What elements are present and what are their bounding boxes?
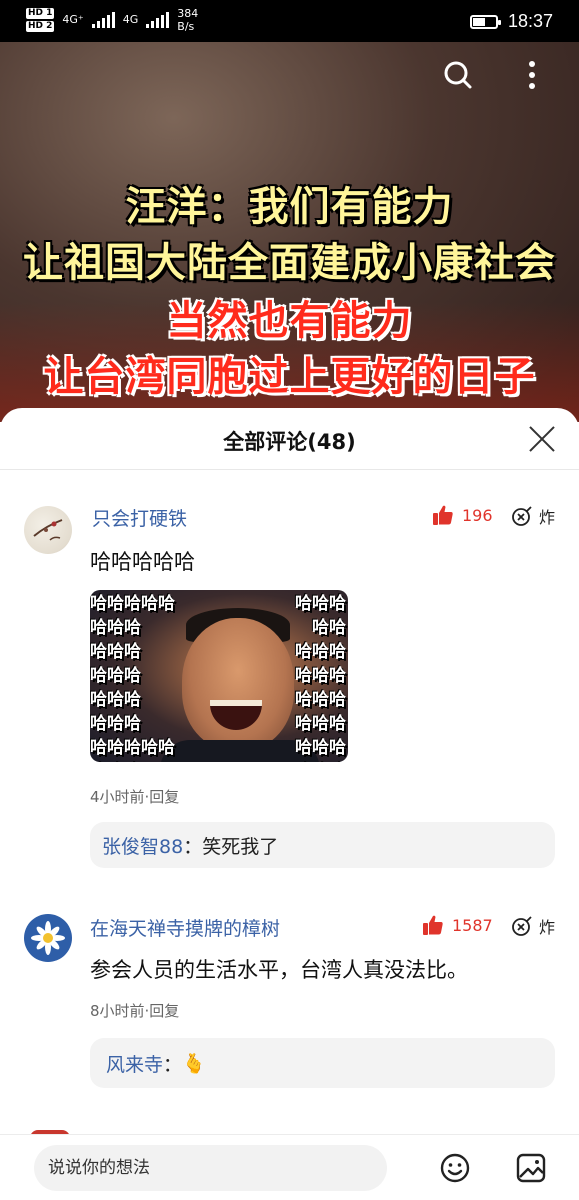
meme-text-left: 哈哈哈哈哈 哈哈哈 哈哈哈 哈哈哈 哈哈哈 哈哈哈 哈哈哈哈哈 哈哈哈: [90, 594, 175, 758]
like-count: 196: [462, 505, 493, 525]
signal-icon: [91, 12, 115, 28]
clock: 18:37: [507, 11, 553, 31]
video-caption-line3: 当然也有能力: [166, 298, 413, 344]
reply-username[interactable]: 张俊智88: [102, 832, 183, 859]
boom-label: 炸: [538, 918, 555, 937]
boom-icon: [512, 506, 532, 526]
comments-sheet: 全部评论(48) 只会打硬铁 196 炸 哈哈哈哈哈 哈哈哈哈哈 哈哈哈 哈哈哈…: [0, 408, 579, 1200]
avatar[interactable]: [24, 914, 72, 962]
reply-username[interactable]: 风来寺: [106, 1050, 163, 1077]
video-caption-line1: 汪洋：我们有能力: [125, 184, 454, 230]
search-icon[interactable]: [441, 58, 475, 92]
comment-meme-image[interactable]: 哈哈哈哈哈 哈哈哈 哈哈哈 哈哈哈 哈哈哈 哈哈哈 哈哈哈哈哈 哈哈哈 哈哈哈 …: [90, 590, 348, 762]
avatar[interactable]: [24, 506, 72, 554]
comment-item: 只会打硬铁 196 炸 哈哈哈哈哈 哈哈哈哈哈 哈哈哈 哈哈哈 哈哈哈 哈哈哈 …: [0, 470, 579, 880]
comment-input-bar: [0, 1134, 579, 1200]
image-icon[interactable]: [514, 1151, 548, 1185]
signal-icon-2: [146, 12, 170, 28]
meme-text-right: 哈哈哈 哈哈 哈哈哈 哈哈哈 哈哈哈 哈哈哈 哈哈哈 哈哈哈: [295, 594, 346, 758]
meme-face: [182, 618, 294, 750]
boom-icon: [512, 916, 532, 936]
video-caption-line2: 让祖国大陆全面建成小康社会: [23, 240, 556, 286]
net1-label: 4G⁺: [62, 13, 84, 26]
comment-username[interactable]: 只会打硬铁: [92, 504, 187, 531]
close-icon[interactable]: [527, 424, 557, 454]
like-button[interactable]: 1587: [422, 914, 493, 936]
thumbs-up-icon: [433, 505, 453, 525]
video-toolbar: [441, 58, 549, 92]
net2-label: 4G: [122, 13, 139, 26]
boom-label: 炸: [538, 508, 555, 527]
comment-text: 哈哈哈哈哈: [90, 550, 195, 574]
reply-preview[interactable]: 风来寺 ： 🫰: [90, 1038, 555, 1088]
comment-item: 在海天禅寺摸牌的樟树 1587 炸 参会人员的生活水平，台湾人真没法比。 8小时…: [0, 880, 579, 1110]
net-speed: 384 B/s: [177, 7, 198, 33]
video-caption-line4: 让台湾同胞过上更好的日子: [43, 354, 536, 400]
comment-text: 参会人员的生活水平，台湾人真没法比。: [90, 958, 468, 982]
boom-button[interactable]: 炸: [511, 504, 555, 528]
status-left: HD 1 HD 2 4G⁺ 4G 384 B/s: [26, 7, 198, 33]
status-bar: HD 1 HD 2 4G⁺ 4G 384 B/s 18:37: [0, 0, 579, 42]
battery-icon: [469, 14, 501, 29]
hd2-badge: HD 2: [26, 21, 55, 32]
comment-meta[interactable]: 8小时前·回复: [90, 1000, 179, 1021]
like-count: 1587: [452, 915, 493, 935]
hd-badges: HD 1 HD 2: [26, 8, 55, 32]
emoji-icon[interactable]: [438, 1151, 472, 1185]
like-button[interactable]: 196: [432, 504, 493, 526]
comments-title: 全部评论(48): [223, 430, 356, 454]
boom-button[interactable]: 炸: [511, 914, 555, 938]
reply-text: 笑死我了: [202, 835, 279, 858]
status-right: 18:37: [469, 11, 553, 32]
thumbs-up-icon: [423, 915, 443, 935]
reply-preview[interactable]: 张俊智88 ： 笑死我了: [90, 822, 555, 868]
net-speed-value: 384: [177, 7, 199, 20]
comments-header: 全部评论(48): [0, 408, 579, 470]
net-speed-unit: B/s: [177, 20, 195, 33]
comment-meta[interactable]: 4小时前·回复: [90, 786, 179, 807]
comment-input[interactable]: [34, 1145, 387, 1191]
hand-emoji-icon: 🫰: [182, 1052, 206, 1075]
hd1-badge: HD 1: [26, 8, 55, 19]
more-vertical-icon[interactable]: [515, 58, 549, 92]
reply-separator: ：: [163, 1053, 183, 1076]
reply-separator: ：: [183, 835, 203, 858]
comment-username[interactable]: 在海天禅寺摸牌的樟树: [90, 914, 280, 941]
video-player[interactable]: 汪洋：我们有能力 让祖国大陆全面建成小康社会 当然也有能力 让台湾同胞过上更好的…: [0, 42, 579, 422]
